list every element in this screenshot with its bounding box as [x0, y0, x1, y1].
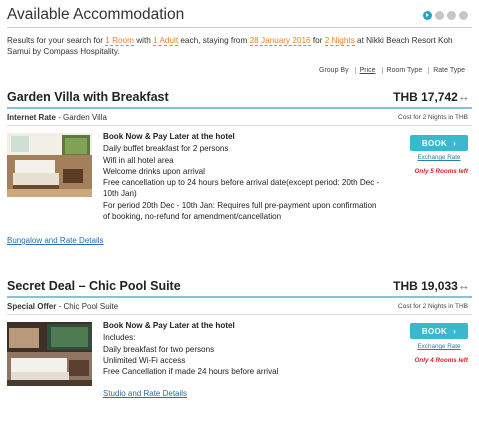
- rate-room: - Garden Villa: [55, 113, 107, 122]
- price-suffix: ++: [459, 96, 468, 103]
- step-indicator: [423, 11, 468, 20]
- detail-line: Welcome drinks upon arrival: [103, 166, 205, 176]
- detail-line: Daily breakfast for two persons: [103, 344, 215, 354]
- chic-pool-suite-image: [7, 322, 92, 386]
- exchange-rate-link[interactable]: Exchange Rate: [410, 343, 468, 350]
- room-title: Secret Deal – Chic Pool Suite: [7, 279, 181, 293]
- detail-line: Unlimited Wi-Fi access: [103, 355, 186, 365]
- group-by-rate-type[interactable]: Rate Type: [428, 67, 469, 74]
- book-label: BOOK: [421, 326, 448, 336]
- book-button[interactable]: BOOK ›: [410, 135, 468, 151]
- divider: [7, 296, 472, 298]
- step-dot[interactable]: [435, 11, 444, 20]
- detail-line: For period 20th Dec - 10th Jan: Requires…: [103, 200, 377, 222]
- room-details: Book Now & Pay Later at the hotel Daily …: [103, 131, 383, 222]
- search-summary: Results for your search for 1 Room with …: [7, 35, 467, 57]
- summary-text: for: [310, 36, 325, 45]
- group-by-room-type[interactable]: Room Type: [381, 67, 427, 74]
- checkin-date-link[interactable]: 28 January 2016: [249, 36, 311, 46]
- room-photo[interactable]: [7, 133, 92, 197]
- room-details-link[interactable]: Bungalow and Rate Details: [7, 236, 104, 245]
- room-details-link[interactable]: Studio and Rate Details: [103, 389, 187, 398]
- rate-line: Internet Rate - Garden Villa: [7, 113, 107, 122]
- chevron-right-icon: ›: [453, 326, 457, 336]
- rate-name: Special Offer: [7, 302, 57, 311]
- detail-line: Free cancellation up to 24 hours before …: [103, 178, 380, 199]
- exchange-rate-link[interactable]: Exchange Rate: [410, 154, 468, 161]
- cost-note: Cost for 2 Nights in THB: [398, 114, 468, 121]
- garden-villa-image: [7, 133, 92, 197]
- adults-count-link[interactable]: 1 Adult: [153, 36, 179, 46]
- rate-name: Internet Rate: [7, 113, 56, 122]
- book-label: BOOK: [421, 138, 448, 148]
- divider: [7, 314, 472, 315]
- summary-text: each, staying from: [178, 36, 250, 45]
- step-dot-active[interactable]: [423, 11, 432, 20]
- chevron-right-icon: ›: [453, 138, 457, 148]
- step-dot[interactable]: [459, 11, 468, 20]
- book-button[interactable]: BOOK ›: [410, 323, 468, 339]
- group-by-bar: Group By Price Room Type Rate Type: [319, 67, 469, 74]
- rate-room: - Chic Pool Suite: [56, 302, 119, 311]
- summary-text: Results for your search for: [7, 36, 106, 45]
- nights-count-link[interactable]: 2 Nights: [324, 36, 355, 46]
- divider: [7, 107, 472, 109]
- room-price: THB 17,742 ++: [393, 90, 468, 104]
- group-by-price[interactable]: Price: [354, 67, 380, 74]
- rooms-left-notice: Only 4 Rooms left: [414, 357, 468, 364]
- rooms-left-notice: Only 5 Rooms left: [414, 168, 468, 175]
- room-details: Book Now & Pay Later at the hotel Includ…: [103, 320, 383, 377]
- divider: [7, 125, 472, 126]
- price-value: THB 19,033: [393, 279, 458, 293]
- summary-text: with: [133, 36, 154, 45]
- detail-line: Includes:: [103, 333, 136, 343]
- price-suffix: ++: [459, 285, 468, 292]
- detail-line: Free Cancellation if made 24 hours befor…: [103, 367, 279, 377]
- detail-headline: Book Now & Pay Later at the hotel: [103, 321, 235, 330]
- rate-line: Special Offer - Chic Pool Suite: [7, 302, 118, 311]
- rooms-count-link[interactable]: 1 Room: [105, 36, 134, 46]
- room-title: Garden Villa with Breakfast: [7, 90, 169, 104]
- cost-note: Cost for 2 Nights in THB: [398, 303, 468, 310]
- group-by-label: Group By: [319, 67, 349, 74]
- detail-headline: Book Now & Pay Later at the hotel: [103, 132, 235, 141]
- page-header: Available Accommodation: [7, 4, 472, 28]
- detail-line: Daily buffet breakfast for 2 persons: [103, 144, 229, 154]
- detail-line: Wifi in all hotel area: [103, 155, 174, 165]
- room-price: THB 19,033 ++: [393, 279, 468, 293]
- step-dot[interactable]: [447, 11, 456, 20]
- price-value: THB 17,742: [393, 90, 458, 104]
- room-photo[interactable]: [7, 322, 92, 386]
- page-title: Available Accommodation: [7, 6, 185, 23]
